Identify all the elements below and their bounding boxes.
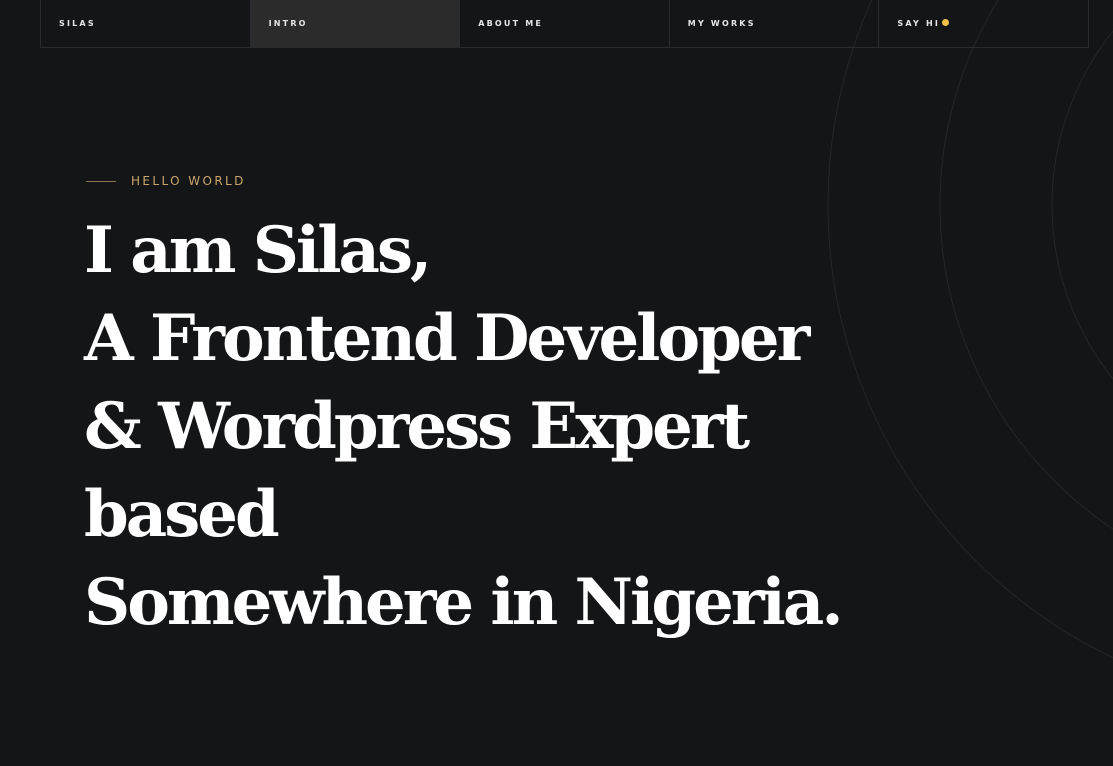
nav-item-intro[interactable]: INTRO <box>250 0 461 47</box>
decorative-ring <box>939 0 1113 530</box>
eyebrow-text: HELLO WORLD <box>131 174 246 188</box>
headline-line: based <box>84 477 280 552</box>
nav-item-my-works[interactable]: MY WORKS <box>670 0 880 47</box>
top-navigation: SILAS INTRO ABOUT ME MY WORKS SAY HI <box>40 0 1089 48</box>
decorative-ring <box>1051 30 1113 380</box>
headline-line: & Wordpress Expert <box>84 389 750 464</box>
headline-line: A Frontend Developer <box>84 301 810 376</box>
nav-item-label: SAY HI <box>897 19 941 28</box>
headline-line: I am Silas, <box>84 213 432 288</box>
nav-item-label: MY WORKS <box>687 19 756 28</box>
smile-emoji-icon <box>942 19 950 26</box>
nav-item-about-me[interactable]: ABOUT ME <box>460 0 670 47</box>
nav-item-label: SILAS <box>59 19 96 28</box>
nav-item-label: INTRO <box>268 19 308 28</box>
hero-headline: I am Silas, A Frontend Developer & Wordp… <box>84 207 844 647</box>
decorative-ring <box>827 0 1113 659</box>
nav-item-label: ABOUT ME <box>478 19 544 28</box>
nav-item-silas[interactable]: SILAS <box>41 0 251 47</box>
eyebrow-divider <box>86 180 116 182</box>
hero-eyebrow: HELLO WORLD <box>86 174 246 188</box>
nav-item-say-hi[interactable]: SAY HI <box>879 0 1089 47</box>
headline-line: Somewhere in Nigeria. <box>84 565 844 640</box>
